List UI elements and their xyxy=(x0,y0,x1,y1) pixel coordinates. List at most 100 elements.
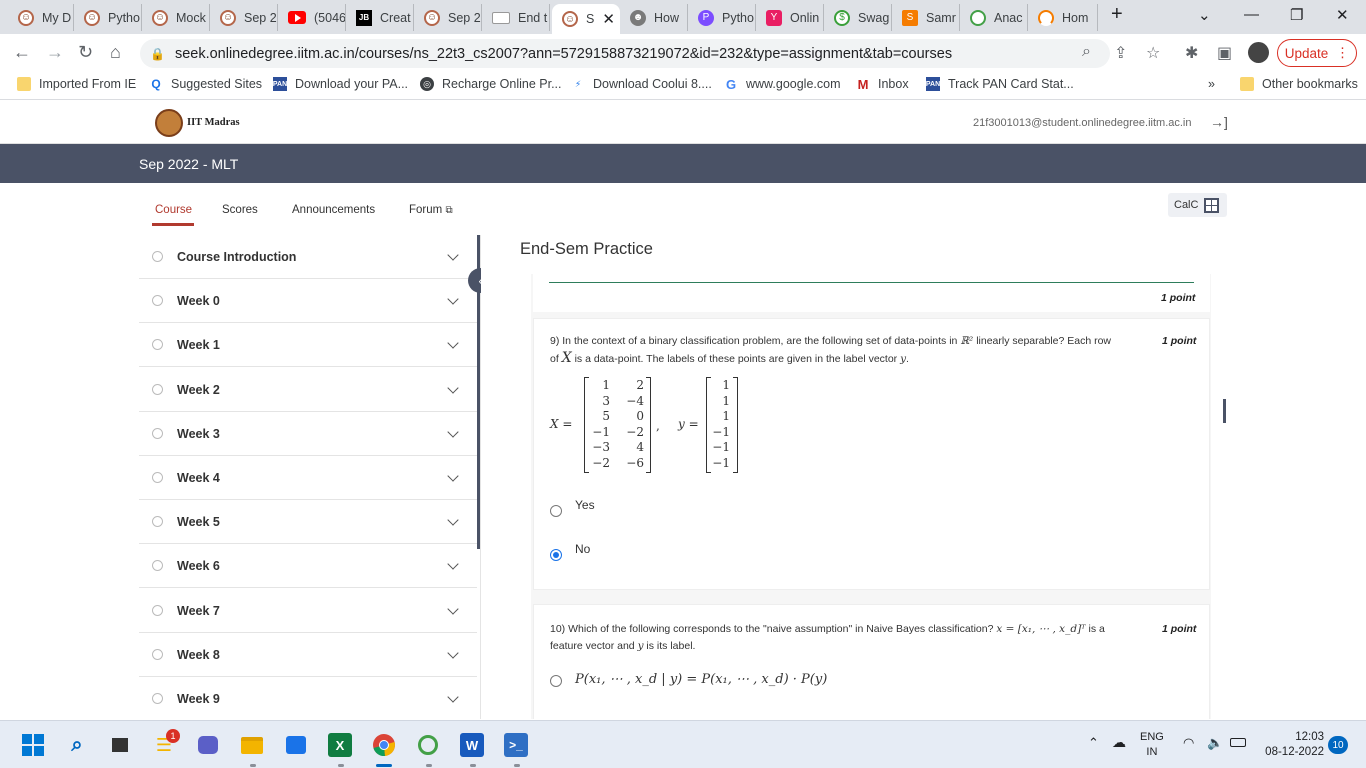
comma: , xyxy=(656,419,660,433)
bookmark-item[interactable]: Gwww.google.com xyxy=(724,77,841,92)
calculator-button[interactable]: CalC xyxy=(1168,193,1227,217)
radio-button[interactable] xyxy=(550,675,562,687)
sidebar-item-week-0[interactable]: Week 0 xyxy=(139,279,477,323)
browser-tab[interactable]: ☻ How xyxy=(620,4,688,31)
windows-start-icon[interactable] xyxy=(21,733,45,757)
share-icon[interactable]: ⇪ xyxy=(1114,43,1127,63)
excel-icon[interactable]: X xyxy=(328,733,352,757)
browser-tab[interactable]: JB Creat xyxy=(346,4,414,31)
word-icon[interactable]: W xyxy=(460,733,484,757)
address-bar[interactable]: 🔒 seek.onlinedegree.iitm.ac.in/courses/n… xyxy=(140,39,1110,68)
browser-tab[interactable]: Y Onlin xyxy=(756,4,824,31)
status-circle xyxy=(152,516,163,527)
option-1[interactable]: P(x₁, ⋯ , x_d | y) = P(x₁, ⋯ , x_d) · P(… xyxy=(550,671,827,687)
browser-tab[interactable]: ☺ Sep 2 xyxy=(414,4,482,31)
zoom-icon[interactable]: ⌕ xyxy=(1082,43,1091,61)
teams-chat-icon[interactable] xyxy=(196,733,220,757)
bookmark-item[interactable]: ⚡ Download Coolui 8.... xyxy=(571,77,712,91)
onedrive-icon[interactable]: ☁ xyxy=(1112,734,1126,751)
wifi-icon[interactable]: ◠ xyxy=(1183,735,1194,751)
browser-tab[interactable]: P Pytho xyxy=(688,4,756,31)
restore-icon[interactable]: ❐ xyxy=(1290,6,1303,24)
logout-icon[interactable]: →] xyxy=(1210,114,1228,130)
samr-icon: S xyxy=(902,9,918,26)
minimize-icon[interactable]: — xyxy=(1244,6,1259,23)
sidebar-item-week-5[interactable]: Week 5 xyxy=(139,500,477,544)
tab-announcements[interactable]: Announcements xyxy=(292,204,375,216)
browser-tab[interactable]: (5046 xyxy=(278,4,346,31)
sidebar-item-course-introduction[interactable]: Course Introduction xyxy=(139,235,477,279)
radio-button[interactable] xyxy=(550,505,562,517)
side-panel-icon[interactable]: ▣ xyxy=(1217,43,1232,63)
bookmark-item[interactable]: Imported From IE xyxy=(17,77,136,91)
bookmark-item[interactable]: Q Suggested Sites xyxy=(149,77,262,91)
sidebar-item-week-1[interactable]: Week 1 xyxy=(139,323,477,367)
browser-tab[interactable]: S Samr xyxy=(892,4,960,31)
tab-forum[interactable]: Forum ⧉ xyxy=(409,204,453,216)
file-explorer-icon[interactable] xyxy=(240,733,264,757)
sidebar-item-week-8[interactable]: Week 8 xyxy=(139,633,477,677)
sidebar-item-week-6[interactable]: Week 6 xyxy=(139,544,477,588)
system-clock[interactable]: 12:03 08-12-2022 xyxy=(1262,730,1324,760)
extensions-icon[interactable]: ✱ xyxy=(1185,43,1198,63)
browser-tab[interactable]: ☺ My D xyxy=(8,4,74,31)
chevron-down-icon xyxy=(447,513,459,526)
browser-tab[interactable]: ☺ Pytho xyxy=(74,4,142,31)
tab-scores[interactable]: Scores xyxy=(222,204,258,216)
search-icon[interactable]: ⌕ xyxy=(65,733,89,757)
seek-icon: ☺ xyxy=(18,9,34,26)
anaconda-taskbar-icon[interactable] xyxy=(416,733,440,757)
sidebar-item-week-2[interactable]: Week 2 xyxy=(139,368,477,412)
chrome-icon[interactable] xyxy=(372,733,396,757)
sidebar-item-week-4[interactable]: Week 4 xyxy=(139,456,477,500)
option-yes[interactable]: Yes xyxy=(550,493,595,517)
sidebar-item-week-9[interactable]: Week 9 xyxy=(139,677,477,719)
powershell-icon[interactable]: >_ xyxy=(504,733,528,757)
browser-tab[interactable]: $ Swag xyxy=(824,4,892,31)
battery-icon[interactable] xyxy=(1230,738,1246,747)
active-indicator xyxy=(376,764,392,767)
other-bookmarks[interactable]: Other bookmarks xyxy=(1240,77,1358,91)
page-scrollbar[interactable] xyxy=(1223,399,1226,423)
radio-button-selected[interactable] xyxy=(550,549,562,561)
status-circle xyxy=(152,560,163,571)
tab-search-icon[interactable]: ⌄ xyxy=(1198,6,1211,24)
globe-icon: ◎ xyxy=(420,77,434,91)
sidebar-item-week-7[interactable]: Week 7 xyxy=(139,589,477,633)
close-tab-icon[interactable]: ✕ xyxy=(602,10,615,28)
close-window-icon[interactable]: ✕ xyxy=(1336,6,1349,24)
home-icon xyxy=(1038,9,1054,26)
option-no[interactable]: No xyxy=(550,537,590,561)
new-tab-icon[interactable]: + xyxy=(1111,3,1123,26)
back-icon[interactable]: ← xyxy=(13,42,31,63)
home-button-icon[interactable]: ⌂ xyxy=(110,42,121,63)
bookmark-item[interactable]: PAN Download your PA... xyxy=(273,77,408,91)
microsoft-store-icon[interactable] xyxy=(284,733,308,757)
bookmark-star-icon[interactable]: ☆ xyxy=(1146,43,1160,63)
math-x: X xyxy=(561,350,572,366)
task-view-icon[interactable] xyxy=(108,733,132,757)
more-bookmarks-button[interactable]: » xyxy=(1208,77,1215,91)
bookmark-item[interactable]: ◎ Recharge Online Pr... xyxy=(420,77,562,91)
language-indicator[interactable]: ENG IN xyxy=(1140,730,1164,760)
chevron-up-icon[interactable]: ⌃ xyxy=(1088,735,1099,751)
bookmark-item[interactable]: PAN Track PAN Card Stat... xyxy=(926,77,1074,91)
browser-tab[interactable]: Anac xyxy=(960,4,1028,31)
browser-tab[interactable]: ☺ Sep 2 xyxy=(210,4,278,31)
bookmark-item[interactable]: M Inbox xyxy=(856,77,909,92)
forward-icon[interactable]: → xyxy=(46,42,64,63)
browser-tab[interactable]: ☺ Mock xyxy=(142,4,210,31)
volume-icon[interactable]: 🔈 xyxy=(1207,735,1223,751)
browser-tab-active[interactable]: ☺ S ✕ xyxy=(552,4,620,34)
notification-count[interactable]: 10 xyxy=(1328,736,1348,754)
tab-course[interactable]: Course xyxy=(155,204,192,216)
questions-scroll-area[interactable]: 1 point 9) In the context of a binary cl… xyxy=(531,274,1211,719)
external-link-icon: ⧉ xyxy=(445,205,453,216)
browser-tab[interactable]: End t xyxy=(482,4,550,31)
update-button[interactable]: Update ⋮ xyxy=(1277,39,1357,67)
reload-icon[interactable]: ↻ xyxy=(78,42,93,63)
browser-tab[interactable]: Hom xyxy=(1028,4,1098,31)
sidebar-item-week-3[interactable]: Week 3 xyxy=(139,412,477,456)
profile-avatar[interactable] xyxy=(1248,42,1269,63)
matrix-col-2: 2 −4 0 −2 4 −6 xyxy=(626,378,644,470)
